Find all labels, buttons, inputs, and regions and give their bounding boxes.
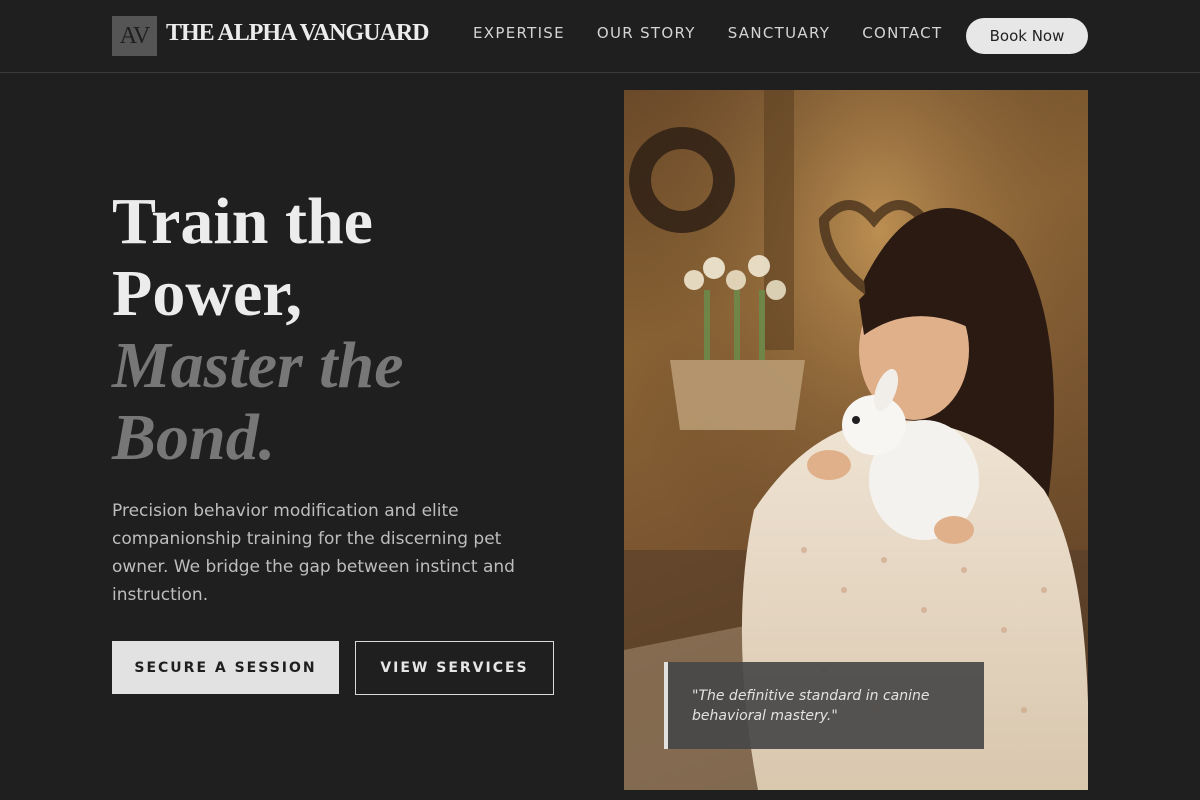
- nav-item-our-story[interactable]: OUR STORY: [597, 24, 696, 42]
- headline-part-2: Master the Bond.: [112, 329, 404, 474]
- nav-item-contact[interactable]: CONTACT: [862, 24, 942, 42]
- site-header: AV THE ALPHA VANGUARD EXPERTISE OUR STOR…: [0, 0, 1200, 73]
- hero-description: Precision behavior modification and elit…: [112, 501, 515, 605]
- logo-mark[interactable]: AV: [112, 16, 157, 56]
- view-services-button[interactable]: VIEW SERVICES: [355, 641, 554, 695]
- secure-session-button[interactable]: SECURE A SESSION: [112, 641, 339, 694]
- book-now-button[interactable]: Book Now: [966, 18, 1088, 54]
- testimonial-quote: "The definitive standard in canine behav…: [664, 662, 984, 749]
- nav-item-sanctuary[interactable]: SANCTUARY: [728, 24, 830, 42]
- hero-headline: Train the Power, Master the Bond.: [112, 186, 572, 474]
- nav-item-expertise[interactable]: EXPERTISE: [473, 24, 565, 42]
- main-nav: EXPERTISE OUR STORY SANCTUARY CONTACT: [473, 24, 942, 42]
- headline-part-1: Train the Power,: [112, 185, 373, 330]
- brand-name[interactable]: THE ALPHA VANGUARD: [166, 20, 429, 47]
